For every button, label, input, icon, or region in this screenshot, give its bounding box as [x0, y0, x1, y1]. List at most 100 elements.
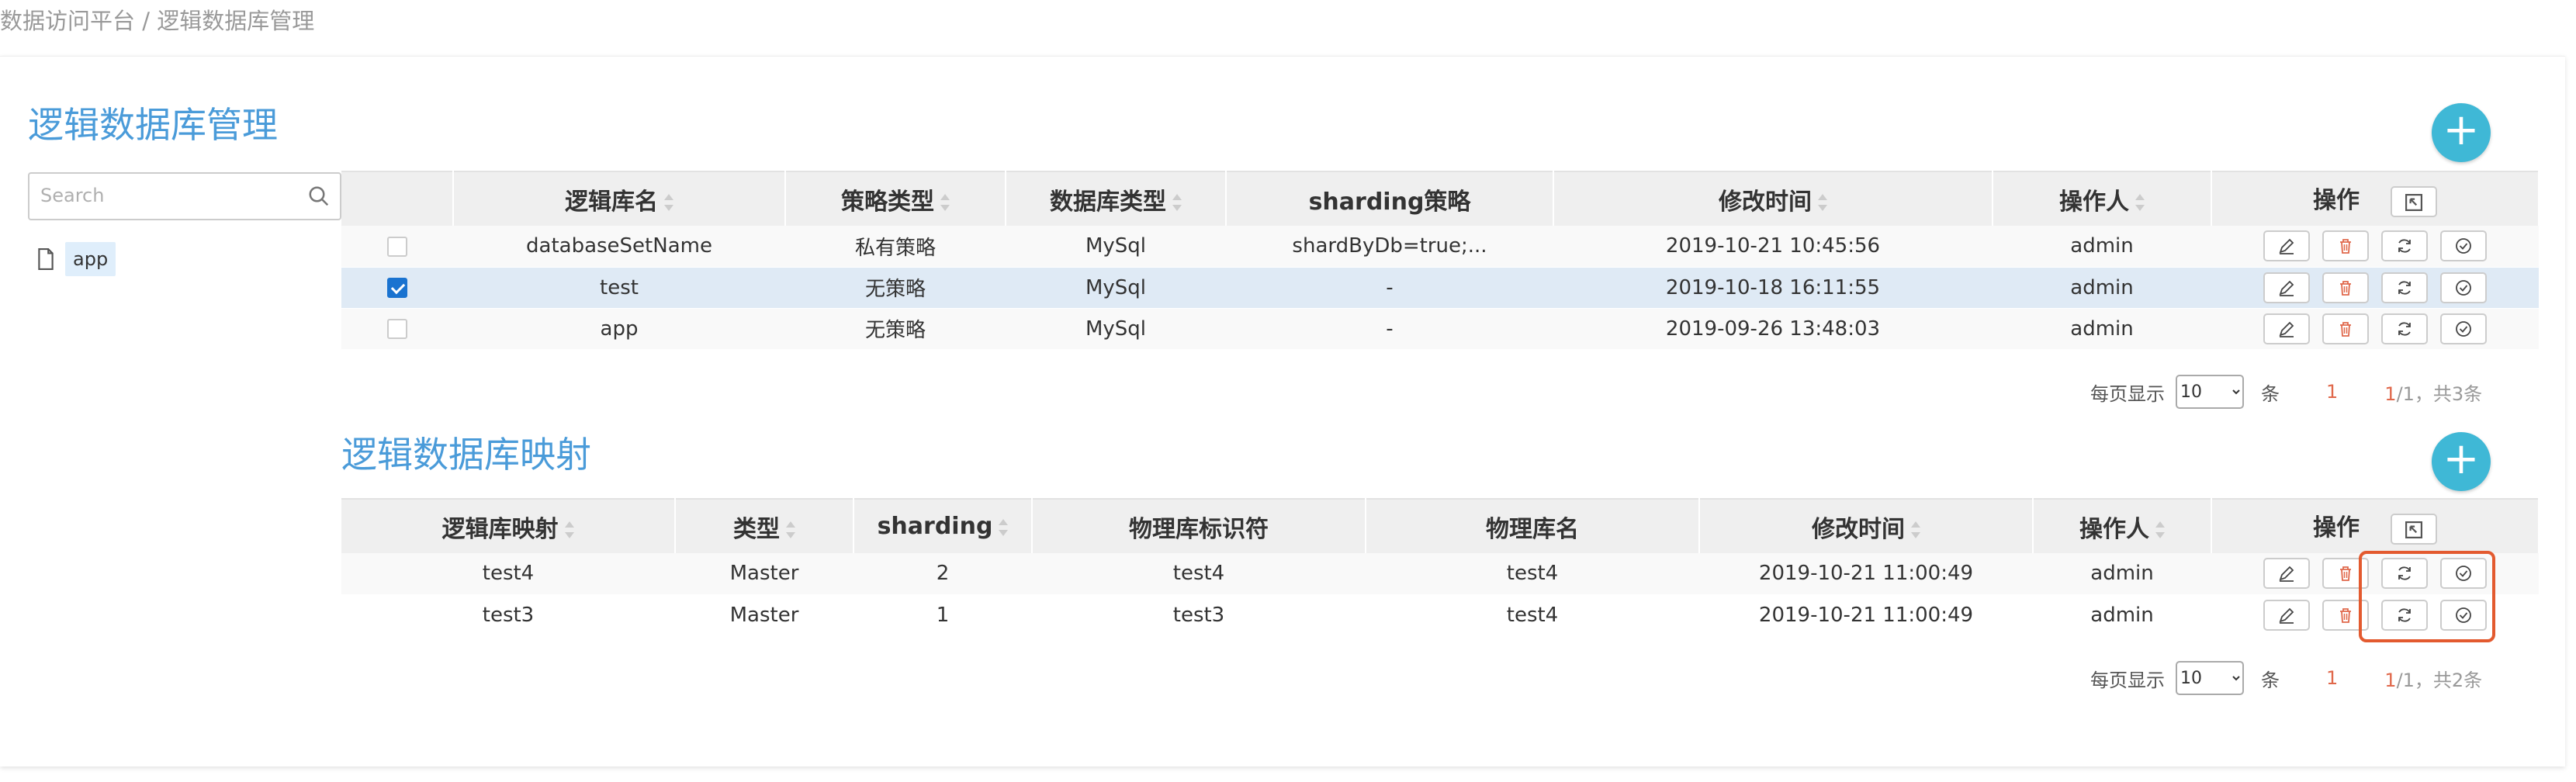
per-page-select[interactable]: 10: [2176, 375, 2244, 409]
search-input[interactable]: [29, 174, 293, 217]
edit-icon: [2279, 607, 2294, 624]
sort-icon[interactable]: [1818, 194, 1827, 211]
column-header[interactable]: 策略类型: [785, 171, 1006, 226]
select-cell: [341, 226, 453, 268]
search-icon[interactable]: [307, 185, 331, 208]
sharding-cell: 2: [853, 553, 1032, 595]
edit-button[interactable]: [2263, 313, 2310, 344]
refresh-button[interactable]: [2381, 313, 2428, 344]
per-page-unit: 条: [2261, 382, 2280, 405]
row-checkbox[interactable]: [387, 236, 407, 257]
add-logical-db-button[interactable]: +: [2432, 103, 2491, 162]
sharding-cell[interactable]: shardByDb=true;...: [1226, 226, 1553, 268]
sort-icon[interactable]: [786, 521, 795, 538]
modified-time-cell: 2019-09-26 13:48:03: [1553, 308, 1993, 350]
pager-logical-db: 每页显示 10 条 1 1/1，共3条: [2090, 375, 2482, 409]
column-header[interactable]: 数据库类型: [1006, 171, 1227, 226]
sort-icon[interactable]: [564, 521, 574, 538]
refresh-icon: [2398, 280, 2411, 295]
column-toggle-icon: [2405, 521, 2422, 538]
column-header[interactable]: 修改时间: [1553, 171, 1993, 226]
sort-icon[interactable]: [940, 194, 950, 211]
db-type-cell: MySql: [1006, 226, 1226, 268]
row-checkbox[interactable]: [387, 278, 407, 298]
sort-icon[interactable]: [664, 194, 673, 211]
sort-icon[interactable]: [2135, 194, 2145, 211]
edit-button[interactable]: [2263, 599, 2310, 631]
tree-label: app: [65, 242, 116, 276]
edit-button[interactable]: [2263, 558, 2310, 590]
strategy-cell: 私有策略: [785, 226, 1006, 268]
column-header[interactable]: sharding: [853, 498, 1033, 553]
edit-icon: [2279, 280, 2294, 296]
column-toggle-button[interactable]: [2391, 513, 2437, 545]
operator-cell: admin: [1993, 226, 2211, 268]
confirm-button[interactable]: [2440, 558, 2487, 590]
table-row[interactable]: databaseSetName 私有策略 MySql shardByDb=true;.…: [341, 226, 2539, 268]
table-header-row: 逻辑库映射 类型 sharding 物理库标识符 物理库名 修改时间 操作人 操…: [341, 498, 2540, 553]
table-row[interactable]: test4 Master 2 test4 test4 2019-10-21 11:00:4…: [341, 553, 2539, 595]
row-checkbox[interactable]: [387, 319, 407, 339]
refresh-button[interactable]: [2381, 558, 2428, 590]
current-page-link[interactable]: 1: [2326, 667, 2338, 689]
pager-db-mapping: 每页显示 10 条 1 1/1，共2条: [2090, 661, 2482, 695]
select-cell: [341, 308, 453, 350]
mapping-cell: test3: [341, 594, 675, 636]
confirm-button[interactable]: [2440, 272, 2487, 303]
sharding-cell: -: [1226, 308, 1553, 350]
delete-button[interactable]: [2322, 230, 2369, 262]
column-header[interactable]: 操作人: [1993, 171, 2212, 226]
db-name-cell: databaseSetName: [453, 226, 785, 268]
operator-cell: admin: [2033, 553, 2211, 595]
confirm-button[interactable]: [2440, 599, 2487, 631]
db-type-cell: MySql: [1006, 308, 1226, 350]
table-row[interactable]: test3 Master 1 test3 test4 2019-10-21 11:00:4…: [341, 594, 2539, 636]
delete-button[interactable]: [2322, 599, 2369, 631]
breadcrumb: 数据访问平台 / 逻辑数据库管理: [0, 8, 315, 34]
tree-node-app[interactable]: app: [37, 242, 116, 276]
logical-db-table: 逻辑库名 策略类型 数据库类型 sharding策略 修改时间 操作人 操作 d…: [341, 171, 2540, 350]
main-card: 逻辑数据库管理 +: [0, 56, 2565, 766]
actions-cell: [2211, 226, 2539, 268]
operator-cell: admin: [1993, 308, 2211, 350]
sort-icon[interactable]: [2155, 521, 2165, 538]
table-header-row: 逻辑库名 策略类型 数据库类型 sharding策略 修改时间 操作人 操作: [341, 171, 2540, 226]
sharding-cell: 1: [853, 594, 1032, 636]
refresh-button[interactable]: [2381, 272, 2428, 303]
edit-button[interactable]: [2263, 272, 2310, 303]
sort-icon[interactable]: [999, 518, 1009, 536]
file-icon: [38, 248, 54, 270]
sort-icon[interactable]: [1911, 521, 1920, 538]
search-box: [28, 172, 341, 220]
table-row[interactable]: app 无策略 MySql -2019-09-26 13:48:03 admin: [341, 308, 2539, 350]
page-info: 1/1，共2条: [2384, 669, 2483, 691]
delete-button[interactable]: [2322, 558, 2369, 590]
refresh-icon: [2398, 239, 2411, 253]
refresh-button[interactable]: [2381, 230, 2428, 262]
current-page-link[interactable]: 1: [2326, 381, 2338, 403]
column-header[interactable]: 逻辑库名: [453, 171, 786, 226]
delete-button[interactable]: [2322, 272, 2369, 303]
column-header: sharding策略: [1226, 171, 1554, 226]
per-page-label: 每页显示: [2090, 382, 2165, 405]
column-header[interactable]: 类型: [675, 498, 854, 553]
strategy-cell: 无策略: [785, 308, 1006, 350]
table-row[interactable]: test 无策略 MySql -2019-10-18 16:11:55 admin: [341, 267, 2539, 309]
refresh-button[interactable]: [2381, 599, 2428, 631]
check-circle-icon: [2456, 279, 2471, 296]
column-header[interactable]: 修改时间: [1699, 498, 2034, 553]
add-mapping-button[interactable]: +: [2432, 432, 2491, 491]
column-header[interactable]: 操作人: [2033, 498, 2212, 553]
delete-button[interactable]: [2322, 313, 2369, 344]
actions-cell: [2211, 267, 2539, 309]
confirm-button[interactable]: [2440, 230, 2487, 262]
confirm-button[interactable]: [2440, 313, 2487, 344]
column-header[interactable]: 逻辑库映射: [341, 498, 676, 553]
mapping-cell: test4: [341, 553, 675, 595]
per-page-select[interactable]: 10: [2176, 661, 2244, 695]
check-circle-icon: [2456, 238, 2471, 254]
column-toggle-button[interactable]: [2391, 185, 2437, 217]
edit-button[interactable]: [2263, 230, 2310, 262]
sort-icon[interactable]: [1172, 194, 1182, 211]
identifier-cell: test4: [1032, 553, 1366, 595]
